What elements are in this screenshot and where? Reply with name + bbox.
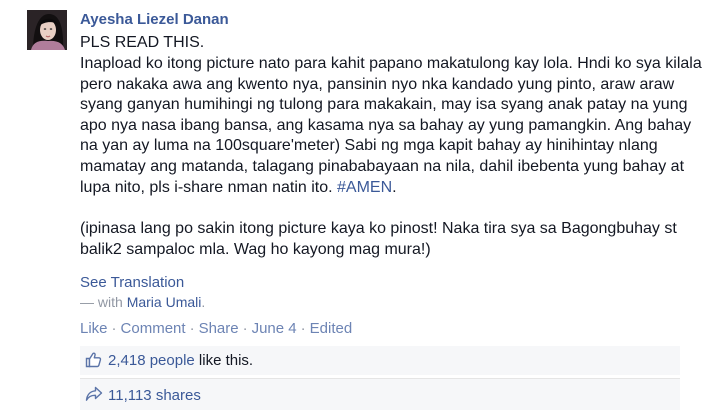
post-paragraph: (ipinasa lang po sakin itong picture kay… — [80, 220, 677, 258]
post-body: Inapload ko itong picture nato para kahi… — [80, 54, 705, 260]
see-translation-link[interactable]: See Translation — [80, 274, 184, 291]
thumbs-up-icon — [85, 351, 102, 372]
separator: · — [111, 320, 117, 337]
with-suffix: . — [201, 294, 206, 310]
author-name[interactable]: Ayesha Liezel Danan — [80, 11, 229, 28]
likes-summary: 2,418 people like this. — [80, 346, 680, 375]
shares-count-link[interactable]: 11,113 shares — [108, 387, 201, 404]
share-arrow-icon — [85, 386, 103, 406]
share-button[interactable]: Share — [199, 320, 239, 337]
separator: · — [189, 320, 195, 337]
separator: · — [300, 320, 306, 337]
shares-summary: 11,113 shares — [80, 378, 680, 410]
edited-link[interactable]: Edited — [310, 320, 353, 337]
profile-photo — [27, 10, 67, 50]
post-date-link[interactable]: June 4 — [252, 320, 297, 337]
with-prefix: — with — [80, 294, 127, 310]
action-bar: Like · Comment · Share · June 4 · Edited — [80, 320, 352, 337]
like-button[interactable]: Like — [80, 320, 108, 337]
post-paragraph-end: . — [392, 178, 397, 196]
tagged-with-line: — with Maria Umali. — [80, 294, 205, 310]
post-paragraph-text: Inapload ko itong picture nato para kahi… — [80, 55, 702, 196]
tagged-person-link[interactable]: Maria Umali — [127, 294, 202, 310]
likes-suffix: like this. — [194, 352, 254, 369]
likes-count-link[interactable]: 2,418 people — [108, 352, 195, 369]
likes-text: 2,418 people like this. — [108, 352, 253, 369]
comment-button[interactable]: Comment — [121, 320, 186, 337]
separator: · — [242, 320, 248, 337]
post-paragraph: Inapload ko itong picture nato para kahi… — [80, 54, 705, 198]
post-heading: PLS READ THIS. — [80, 34, 205, 51]
avatar[interactable] — [27, 10, 67, 50]
hashtag-link[interactable]: #AMEN — [337, 179, 392, 196]
